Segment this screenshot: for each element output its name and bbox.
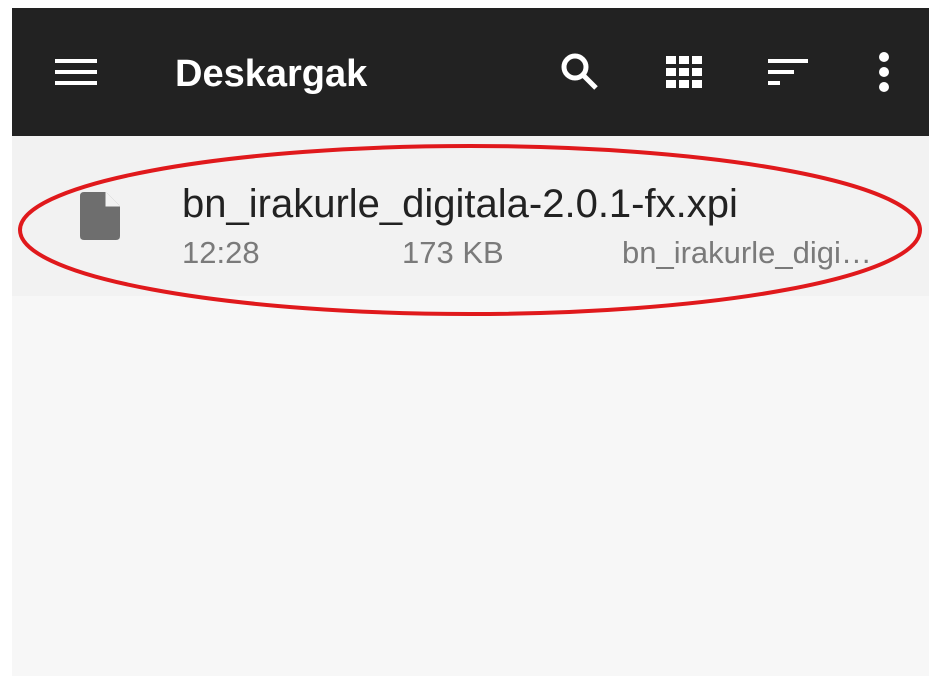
file-name: bn_irakurle_digitala-2.0.1-fx.xpi xyxy=(182,182,738,226)
page-title: Deskargak xyxy=(175,53,368,95)
grid-view-icon xyxy=(666,56,702,88)
file-time: 12:28 xyxy=(182,235,260,270)
menu-button[interactable] xyxy=(46,42,106,102)
file-size: 173 KB xyxy=(402,235,504,270)
more-options-button[interactable] xyxy=(854,42,914,102)
search-button[interactable] xyxy=(550,42,610,102)
sort-button[interactable] xyxy=(758,42,818,102)
search-icon xyxy=(561,53,598,90)
menu-icon xyxy=(55,59,97,85)
grid-view-button[interactable] xyxy=(654,42,714,102)
downloads-screen: Deskargak bn_irakurle_digitala-2.0.1-fx.… xyxy=(12,8,929,676)
file-icon xyxy=(80,192,120,240)
list-item[interactable]: bn_irakurle_digitala-2.0.1-fx.xpi 12:28 … xyxy=(12,136,929,296)
file-summary: bn_irakurle_digi… xyxy=(622,235,872,270)
downloads-list: bn_irakurle_digitala-2.0.1-fx.xpi 12:28 … xyxy=(12,136,929,676)
more-vert-icon xyxy=(879,52,889,92)
sort-icon xyxy=(768,59,808,85)
app-toolbar: Deskargak xyxy=(12,8,929,136)
